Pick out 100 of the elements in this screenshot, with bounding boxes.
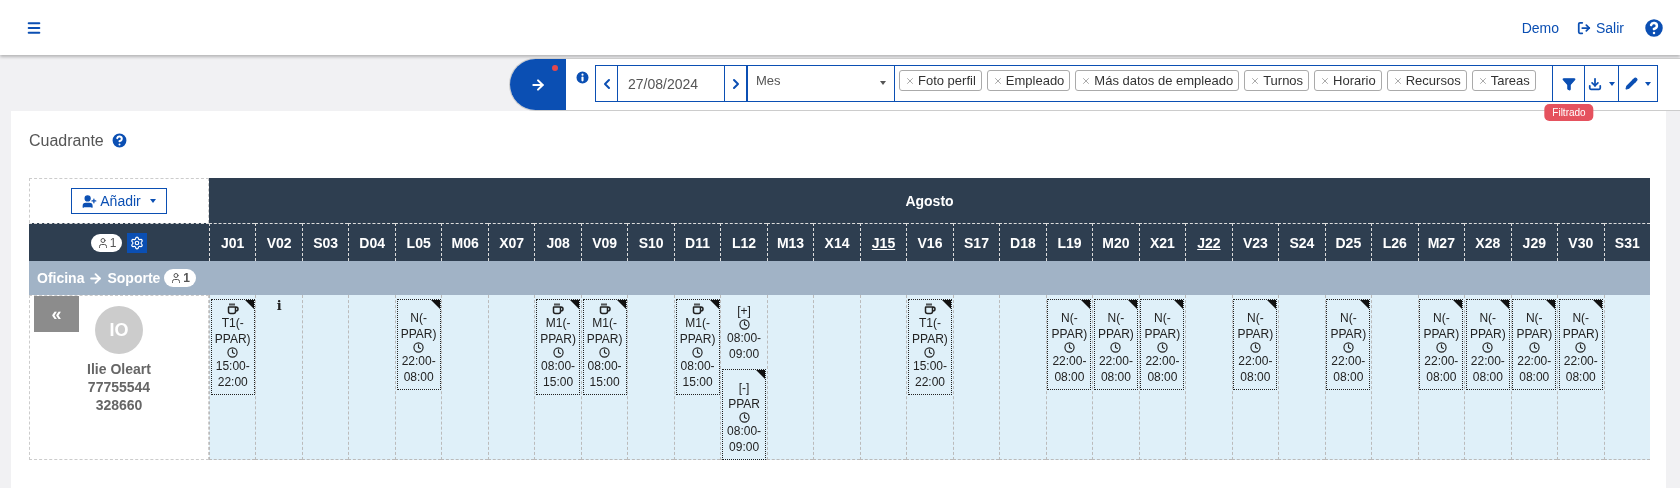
shift-card[interactable]: N(-PPAR) 22:00-08:00: [1140, 299, 1185, 390]
clock-icon: [924, 347, 936, 358]
shift-card[interactable]: N(-PPAR) 22:00-08:00: [1093, 299, 1138, 390]
filter-button[interactable]: [1553, 65, 1585, 102]
day-header: D11: [673, 223, 721, 261]
shift-code: [+]: [737, 303, 751, 319]
day-header: J29: [1510, 223, 1558, 261]
download-icon: [1588, 76, 1602, 91]
shift-code: M1(-PPAR): [539, 315, 577, 347]
caret-icon: [880, 81, 886, 85]
day-header: J15: [859, 223, 907, 261]
download-button[interactable]: [1585, 65, 1619, 102]
previous-button[interactable]: [595, 65, 618, 102]
filter-tag[interactable]: Tareas: [1471, 70, 1536, 91]
day-header: L26: [1371, 223, 1418, 261]
filter-tag[interactable]: Recursos: [1386, 70, 1467, 91]
shift-time: 22:00-08:00: [400, 353, 437, 385]
shift-time: 15:00-22:00: [911, 358, 948, 390]
day-header: V16: [906, 223, 953, 261]
shift-card[interactable]: N(-PPAR) 22:00-08:00: [1558, 299, 1603, 390]
apply-button[interactable]: [510, 59, 566, 110]
logout-link[interactable]: Salir: [1577, 19, 1624, 36]
shift-card[interactable]: N(-PPAR) 22:00-08:00: [1326, 299, 1371, 390]
day-header: S24: [1278, 223, 1325, 261]
filter-tag[interactable]: Más datos de empleado: [1075, 70, 1240, 91]
shift-card[interactable]: N(-PPAR) 22:00-08:00: [396, 299, 441, 390]
day-header: X07: [487, 223, 535, 261]
caret-icon: [1609, 81, 1615, 86]
caret-icon: [1645, 81, 1651, 86]
arrow-icon: [88, 270, 104, 286]
shift-card[interactable]: N(-PPAR) 22:00-08:00: [1512, 299, 1557, 390]
shift-time: 22:00-08:00: [1051, 353, 1088, 385]
clock-icon: [692, 347, 704, 358]
add-user-icon: [82, 193, 98, 209]
shift-time: 08:00-15:00: [679, 358, 716, 390]
day-header: X21: [1138, 223, 1186, 261]
shift-time: 08:00-09:00: [726, 423, 763, 455]
filter-tag[interactable]: Empleado: [986, 70, 1071, 91]
filter-tag[interactable]: Turnos: [1244, 70, 1310, 91]
day-header: J22: [1185, 223, 1232, 261]
info-icon[interactable]: [574, 69, 591, 86]
shift-card[interactable]: M1(-PPAR) 08:00-15:00: [536, 299, 581, 395]
shift-card[interactable]: [-] PPAR 08:00-09:00: [722, 369, 767, 460]
shift-card[interactable]: N(-PPAR) 22:00-08:00: [1465, 299, 1510, 390]
tag-field[interactable]: Foto perfil Empleado Más datos de empleado Turnos Horario Recursos Tareas: [895, 65, 1553, 102]
day-header: D04: [348, 223, 395, 261]
shift-card[interactable]: M1(-PPAR) 08:00-15:00: [675, 299, 720, 395]
day-header: V02: [255, 223, 302, 261]
clock-icon: [1249, 342, 1261, 353]
date-field[interactable]: 27/08/2024: [618, 65, 724, 102]
shift-card[interactable]: T1(-PPAR) 15:00-22:00: [908, 299, 952, 395]
filter-badge: Filtrado: [1544, 104, 1594, 121]
day-header: S31: [1603, 223, 1650, 261]
clock-icon: [552, 347, 564, 358]
clock-icon: [413, 342, 425, 353]
day-header: D25: [1324, 223, 1372, 261]
group-row: Oficina Soporte 1: [29, 261, 1650, 295]
shift-time: 22:00-08:00: [1423, 353, 1460, 385]
shift-card[interactable]: N(-PPAR) 22:00-08:00: [1233, 299, 1278, 390]
shift-code: [-] PPAR: [727, 380, 761, 412]
info-icon[interactable]: i: [276, 299, 282, 312]
settings-icon: [130, 235, 145, 250]
edit-button[interactable]: [1619, 65, 1658, 102]
clock-icon: [1063, 342, 1075, 353]
shift-card[interactable]: T1(-PPAR) 15:00-22:00: [210, 299, 255, 395]
shift-code: N(-PPAR): [1097, 310, 1135, 342]
day-header: M20: [1092, 223, 1139, 261]
menu-icon[interactable]: [26, 19, 42, 36]
shift-time: 22:00-08:00: [1469, 353, 1506, 385]
day-header: L12: [720, 223, 767, 261]
shift-code: N(-PPAR): [1050, 310, 1089, 342]
add-button[interactable]: Añadir: [71, 188, 167, 214]
shift-card[interactable]: N(-PPAR) 22:00-08:00: [1047, 299, 1092, 390]
pencil-icon: [1625, 77, 1638, 90]
shift-time: 08:00-09:00: [726, 330, 763, 362]
user-icon: [170, 272, 183, 284]
filter-tag[interactable]: Foto perfil: [899, 70, 982, 91]
shift-card[interactable]: N(-PPAR) 22:00-08:00: [1419, 299, 1464, 390]
clock-icon: [738, 319, 750, 330]
clock-icon: [1528, 342, 1540, 353]
period-select[interactable]: Mes: [747, 65, 895, 102]
filter-icon: [1561, 76, 1576, 91]
next-button[interactable]: [724, 65, 747, 102]
shift-code: N(-PPAR): [1236, 310, 1275, 342]
employee-id: 77755544: [87, 378, 151, 396]
day-header: X28: [1464, 223, 1511, 261]
shift-card[interactable]: M1(-PPAR) 08:00-15:00: [582, 299, 627, 395]
settings-button[interactable]: [127, 232, 148, 253]
day-header: L05: [394, 223, 442, 261]
day-header: L19: [1045, 223, 1093, 261]
shift-code: N(-PPAR): [1329, 310, 1368, 342]
day-header: V23: [1231, 223, 1279, 261]
clock-icon: [1482, 342, 1494, 353]
filter-tag[interactable]: Horario: [1314, 70, 1382, 91]
day-header: M06: [441, 223, 488, 261]
help-icon[interactable]: [109, 131, 129, 150]
day-header: J01: [209, 223, 256, 261]
user-link[interactable]: Demo: [1521, 19, 1559, 36]
day-header: X14: [813, 223, 860, 261]
shift-code: N(-PPAR): [1422, 310, 1461, 342]
